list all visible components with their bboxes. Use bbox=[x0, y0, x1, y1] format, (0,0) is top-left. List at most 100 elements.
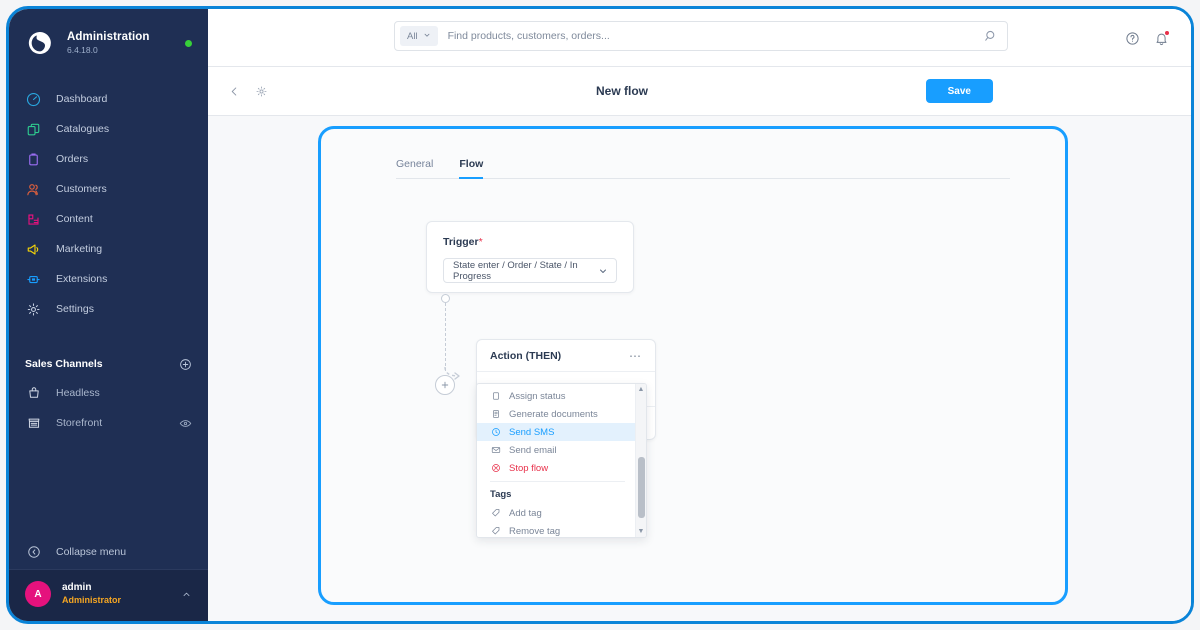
chevron-down-icon bbox=[423, 31, 431, 42]
dropdown-item-send-sms[interactable]: Send SMS bbox=[477, 423, 635, 441]
scrollbar-track[interactable] bbox=[637, 395, 645, 526]
file-icon bbox=[490, 409, 501, 420]
flow-editor-highlight: General Flow Trigger* State enter / Orde… bbox=[318, 126, 1068, 605]
dropdown-item-label: Send email bbox=[509, 444, 557, 456]
user-role: Administrator bbox=[62, 594, 122, 605]
tag-icon bbox=[490, 526, 501, 537]
sidebar-item-marketing[interactable]: Marketing bbox=[9, 234, 208, 264]
dropdown-item-label: Remove tag bbox=[509, 525, 561, 537]
sidebar-item-orders[interactable]: Orders bbox=[9, 144, 208, 174]
sidebar-item-label: Catalogues bbox=[56, 123, 110, 135]
brand-title: Administration bbox=[67, 30, 150, 43]
chevron-up-icon[interactable] bbox=[181, 589, 192, 600]
sidebar-item-dashboard[interactable]: Dashboard bbox=[9, 84, 208, 114]
trigger-select[interactable]: State enter / Order / State / In Progres… bbox=[443, 258, 617, 283]
brand-version: 6.4.18.0 bbox=[67, 44, 98, 55]
sidebar-item-settings[interactable]: Settings bbox=[9, 294, 208, 324]
trigger-label-text: Trigger bbox=[443, 236, 479, 248]
tab-flow[interactable]: Flow bbox=[459, 158, 484, 179]
flow-body: General Flow Trigger* State enter / Orde… bbox=[208, 116, 1191, 621]
main-content: All Find products, customers, orders... … bbox=[208, 9, 1191, 621]
caret-up-icon[interactable]: ▲ bbox=[638, 386, 645, 393]
sidebar: Administration 6.4.18.0 Dashboard Catalo… bbox=[9, 9, 208, 621]
sidebar-item-storefront[interactable]: Storefront bbox=[9, 408, 208, 438]
flow-tabs: General Flow bbox=[396, 151, 1010, 179]
document-icon bbox=[490, 391, 501, 402]
dropdown-item-assign-status[interactable]: Assign status bbox=[477, 387, 635, 405]
sidebar-item-catalogues[interactable]: Catalogues bbox=[9, 114, 208, 144]
dropdown-item-remove-tag[interactable]: Remove tag bbox=[477, 522, 635, 537]
connector-line bbox=[445, 303, 446, 371]
search-scope-dropdown[interactable]: All bbox=[400, 26, 438, 46]
bell-icon[interactable] bbox=[1154, 29, 1170, 46]
action-card-header: Action (THEN) ⋯ bbox=[477, 340, 655, 372]
dropdown-item-stop-flow[interactable]: Stop flow bbox=[477, 459, 635, 477]
trigger-label: Trigger* bbox=[443, 236, 617, 248]
dropdown-item-label: Send SMS bbox=[509, 426, 555, 438]
headless-icon bbox=[25, 385, 42, 402]
dashboard-icon bbox=[25, 91, 42, 108]
dropdown-scrollbar[interactable]: ▲ ▼ bbox=[635, 384, 646, 537]
add-action-button[interactable] bbox=[435, 375, 455, 395]
sidebar-item-label: Content bbox=[56, 213, 93, 225]
main-navigation: Dashboard Catalogues Orders Customers Co… bbox=[9, 74, 208, 324]
content-icon bbox=[25, 211, 42, 228]
brand-text: Administration 6.4.18.0 bbox=[67, 31, 173, 56]
eye-icon[interactable] bbox=[179, 417, 192, 430]
brand-header[interactable]: Administration 6.4.18.0 bbox=[9, 9, 208, 74]
sidebar-footer: Collapse menu A admin Administrator bbox=[9, 535, 208, 621]
trigger-card: Trigger* State enter / Order / State / I… bbox=[426, 221, 634, 293]
help-circle-icon[interactable] bbox=[1125, 31, 1140, 46]
plus-circle-icon[interactable] bbox=[179, 358, 192, 371]
gear-icon[interactable] bbox=[255, 85, 268, 98]
sidebar-item-extensions[interactable]: Extensions bbox=[9, 264, 208, 294]
global-search[interactable]: All bbox=[394, 21, 1008, 51]
action-dropdown-list: Assign status Generate documents Send SM… bbox=[477, 384, 635, 537]
sidebar-item-content[interactable]: Content bbox=[9, 204, 208, 234]
catalogues-icon bbox=[25, 121, 42, 138]
chevron-down-icon bbox=[598, 266, 608, 276]
sidebar-item-label: Extensions bbox=[56, 273, 108, 285]
marketing-icon bbox=[25, 241, 42, 258]
user-name: admin bbox=[62, 582, 92, 594]
sidebar-item-label: Headless bbox=[56, 387, 100, 399]
scrollbar-thumb[interactable] bbox=[637, 456, 645, 519]
tag-icon bbox=[490, 508, 501, 519]
tab-general[interactable]: General bbox=[396, 158, 433, 179]
avatar: A bbox=[25, 581, 51, 607]
collapse-menu-label: Collapse menu bbox=[56, 546, 127, 558]
sidebar-item-customers[interactable]: Customers bbox=[9, 174, 208, 204]
required-mark: * bbox=[478, 236, 483, 248]
notification-badge bbox=[1164, 29, 1170, 36]
application-window: Administration 6.4.18.0 Dashboard Catalo… bbox=[6, 6, 1194, 624]
ellipsis-icon[interactable]: ⋯ bbox=[629, 350, 642, 362]
settings-icon bbox=[25, 301, 42, 318]
caret-down-icon[interactable]: ▼ bbox=[638, 528, 645, 535]
sidebar-item-label: Settings bbox=[56, 303, 94, 315]
collapse-menu-button[interactable]: Collapse menu bbox=[9, 535, 208, 569]
trigger-select-value: State enter / Order / State / In Progres… bbox=[453, 259, 578, 282]
save-button[interactable]: Save bbox=[925, 79, 993, 103]
user-profile[interactable]: A admin Administrator bbox=[9, 569, 208, 621]
sidebar-item-label: Dashboard bbox=[56, 93, 108, 105]
action-dropdown: Assign status Generate documents Send SM… bbox=[476, 383, 647, 538]
user-meta: admin Administrator bbox=[62, 582, 170, 606]
flow-canvas: Trigger* State enter / Order / State / I… bbox=[321, 179, 1065, 579]
dropdown-group-tags: Tags bbox=[490, 489, 512, 500]
dropdown-item-add-tag[interactable]: Add tag bbox=[477, 504, 635, 522]
search-input[interactable] bbox=[437, 30, 984, 42]
sales-channels-title: Sales Channels bbox=[25, 358, 103, 370]
collapse-icon bbox=[25, 544, 42, 561]
search-icon[interactable] bbox=[984, 29, 1001, 43]
dropdown-item-label: Generate documents bbox=[509, 408, 598, 420]
search-scope-label: All bbox=[407, 30, 418, 42]
extensions-icon bbox=[25, 271, 42, 288]
customers-icon bbox=[25, 181, 42, 198]
clock-icon bbox=[490, 427, 501, 438]
dropdown-item-send-email[interactable]: Send email bbox=[477, 441, 635, 459]
chevron-left-icon[interactable] bbox=[228, 85, 241, 98]
mail-icon bbox=[490, 445, 501, 456]
dropdown-item-generate-documents[interactable]: Generate documents bbox=[477, 405, 635, 423]
sidebar-item-headless[interactable]: Headless bbox=[9, 378, 208, 408]
status-dot bbox=[185, 39, 192, 47]
